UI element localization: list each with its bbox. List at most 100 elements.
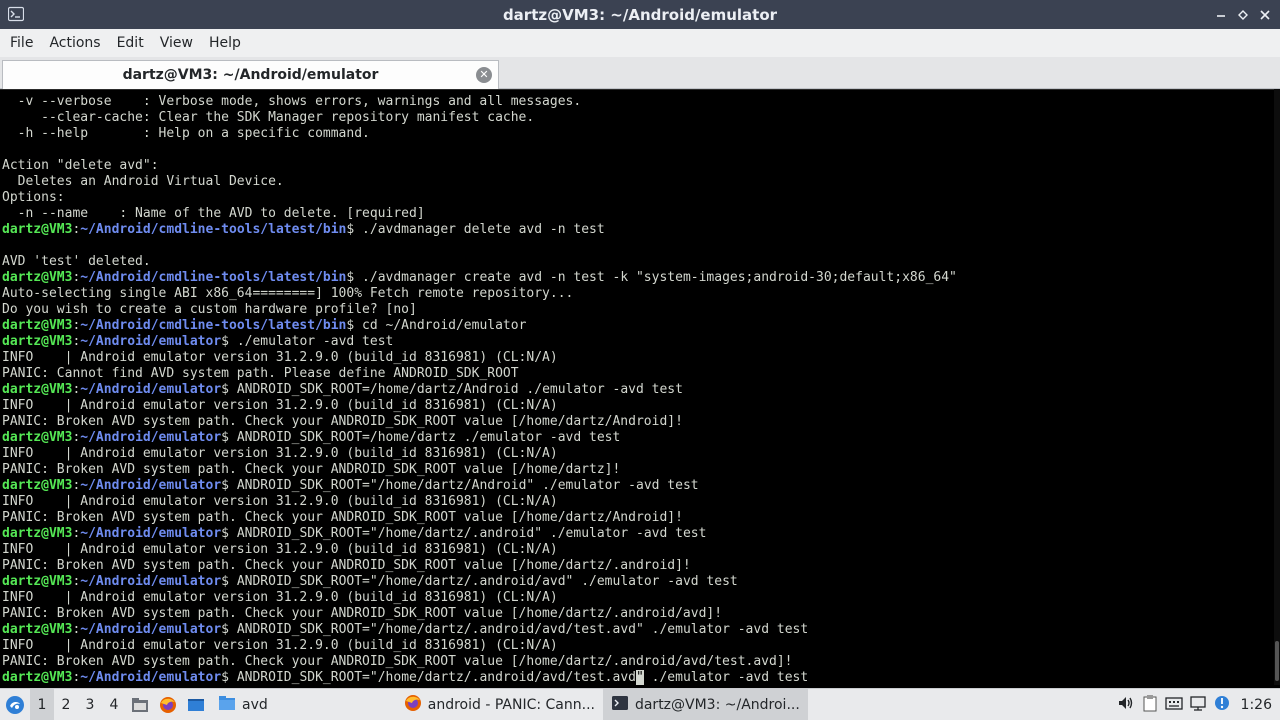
terminal-line: dartz@VM3:~/Android/emulator$ ANDROID_SD… [2, 382, 957, 398]
terminal-line: INFO | Android emulator version 31.2.9.0… [2, 542, 957, 558]
prompt-path: ~/Android/emulator [80, 334, 222, 349]
terminal-line: INFO | Android emulator version 31.2.9.0… [2, 638, 957, 654]
output-text: PANIC: Broken AVD system path. Check you… [2, 654, 793, 669]
prompt-path: ~/Android/emulator [80, 622, 222, 637]
workspace-4[interactable]: 4 [102, 689, 126, 720]
output-text: PANIC: Broken AVD system path. Check you… [2, 606, 723, 621]
workspace-3[interactable]: 3 [78, 689, 102, 720]
prompt-dollar: $ [221, 670, 237, 685]
folder-avd-task[interactable]: avd [210, 689, 276, 720]
terminal-scrollbar[interactable] [1274, 89, 1280, 685]
minimize-icon[interactable] [1212, 6, 1230, 24]
files-icon[interactable] [126, 689, 154, 720]
terminal-line: dartz@VM3:~/Android/cmdline-tools/latest… [2, 270, 957, 286]
output-text: PANIC: Broken AVD system path. Check you… [2, 414, 683, 429]
terminal-line: PANIC: Broken AVD system path. Check you… [2, 606, 957, 622]
firefox-icon[interactable] [154, 689, 182, 720]
terminal-line: Auto-selecting single ABI x86_64========… [2, 286, 957, 302]
task-terminal-label: dartz@VM3: ~/Androi... [634, 696, 800, 713]
desktop-icon[interactable] [182, 689, 210, 720]
output-text: Deletes an Android Virtual Device. [2, 174, 284, 189]
output-text: --clear-cache: Clear the SDK Manager rep… [2, 110, 535, 125]
prompt-dollar: $ [221, 430, 237, 445]
menu-file[interactable]: File [2, 35, 41, 51]
terminal-line: INFO | Android emulator version 31.2.9.0… [2, 350, 957, 366]
command-text-after-cursor: ./emulator -avd test [643, 670, 809, 685]
command-text: ANDROID_SDK_ROOT="/home/dartz/Android" .… [236, 478, 699, 493]
command-text: ANDROID_SDK_ROOT="/home/dartz/.android" … [236, 526, 707, 541]
terminal-icon [611, 694, 629, 716]
terminal-line: PANIC: Broken AVD system path. Check you… [2, 558, 957, 574]
output-text: -v --verbose : Verbose mode, shows error… [2, 94, 582, 109]
task-firefox[interactable]: android - PANIC: Cann... [396, 689, 603, 720]
terminal-line: Options: [2, 190, 957, 206]
output-text: AVD 'test' deleted. [2, 254, 151, 269]
prompt-user: dartz@VM3 [2, 430, 73, 445]
terminal-line: INFO | Android emulator version 31.2.9.0… [2, 398, 957, 414]
tab-close-icon[interactable]: ✕ [476, 67, 492, 83]
terminal-output: -v --verbose : Verbose mode, shows error… [2, 94, 957, 685]
clipboard-icon[interactable] [1141, 694, 1159, 716]
prompt-user: dartz@VM3 [2, 222, 73, 237]
menu-edit[interactable]: Edit [109, 35, 152, 51]
terminal-cursor: " [636, 670, 644, 685]
command-text: ./avdmanager create avd -n test -k "syst… [362, 270, 957, 285]
menu-help[interactable]: Help [201, 35, 249, 51]
scrollbar-thumb[interactable] [1275, 641, 1279, 681]
tab-label: dartz@VM3: ~/Android/emulator [122, 67, 379, 83]
prompt-user: dartz@VM3 [2, 478, 73, 493]
output-text: Options: [2, 190, 65, 205]
start-menu-icon[interactable] [0, 689, 30, 720]
terminal-line: dartz@VM3:~/Android/cmdline-tools/latest… [2, 318, 957, 334]
workspace-1[interactable]: 1 [30, 688, 54, 720]
update-icon[interactable] [1213, 694, 1231, 716]
system-tray: 1:26 [1117, 689, 1280, 720]
workspace-2[interactable]: 2 [54, 689, 78, 720]
taskbar: 1 2 3 4 avd android - PANIC: Cann... dar… [0, 688, 1280, 720]
prompt-dollar: $ [221, 334, 237, 349]
prompt-dollar: $ [221, 478, 237, 493]
output-text: INFO | Android emulator version 31.2.9.0… [2, 398, 558, 413]
prompt-user: dartz@VM3 [2, 622, 73, 637]
prompt-dollar: $ [221, 382, 237, 397]
terminal-line: dartz@VM3:~/Android/emulator$ ANDROID_SD… [2, 430, 957, 446]
maximize-icon[interactable] [1234, 6, 1252, 24]
prompt-path: ~/Android/cmdline-tools/latest/bin [80, 270, 347, 285]
terminal-line: dartz@VM3:~/Android/emulator$ ANDROID_SD… [2, 526, 957, 542]
tab-terminal[interactable]: dartz@VM3: ~/Android/emulator ✕ [2, 60, 499, 89]
close-icon[interactable] [1256, 6, 1274, 24]
menu-bar: File Actions Edit View Help [0, 29, 1280, 57]
prompt-dollar: $ [221, 622, 237, 637]
menu-actions[interactable]: Actions [41, 35, 108, 51]
terminal-view[interactable]: -v --verbose : Verbose mode, shows error… [0, 89, 1280, 685]
clock[interactable]: 1:26 [1241, 697, 1272, 713]
output-text: PANIC: Broken AVD system path. Check you… [2, 558, 691, 573]
network-icon[interactable] [1189, 694, 1207, 716]
output-text: Do you wish to create a custom hardware … [2, 302, 417, 317]
output-text: PANIC: Broken AVD system path. Check you… [2, 510, 683, 525]
prompt-dollar: $ [221, 526, 237, 541]
volume-icon[interactable] [1117, 694, 1135, 716]
menu-view[interactable]: View [152, 35, 201, 51]
output-text: INFO | Android emulator version 31.2.9.0… [2, 350, 558, 365]
command-text: ANDROID_SDK_ROOT=/home/dartz/Android ./e… [236, 382, 683, 397]
terminal-line: Do you wish to create a custom hardware … [2, 302, 957, 318]
terminal-line: Action "delete avd": [2, 158, 957, 174]
prompt-path: ~/Android/cmdline-tools/latest/bin [80, 318, 347, 333]
command-text: ./avdmanager delete avd -n test [362, 222, 605, 237]
output-text: INFO | Android emulator version 31.2.9.0… [2, 590, 558, 605]
terminal-line: -v --verbose : Verbose mode, shows error… [2, 94, 957, 110]
prompt-path: ~/Android/emulator [80, 478, 222, 493]
terminal-app-icon[interactable] [7, 6, 25, 22]
prompt-path: ~/Android/cmdline-tools/latest/bin [80, 222, 347, 237]
firefox-icon [404, 694, 422, 716]
terminal-line: INFO | Android emulator version 31.2.9.0… [2, 590, 957, 606]
output-text: INFO | Android emulator version 31.2.9.0… [2, 494, 558, 509]
task-terminal[interactable]: dartz@VM3: ~/Androi... [602, 688, 808, 720]
command-text: ./emulator -avd test [236, 334, 394, 349]
keyboard-icon[interactable] [1164, 694, 1183, 716]
terminal-line: PANIC: Broken AVD system path. Check you… [2, 414, 957, 430]
window-titlebar[interactable]: dartz@VM3: ~/Android/emulator [0, 0, 1280, 29]
